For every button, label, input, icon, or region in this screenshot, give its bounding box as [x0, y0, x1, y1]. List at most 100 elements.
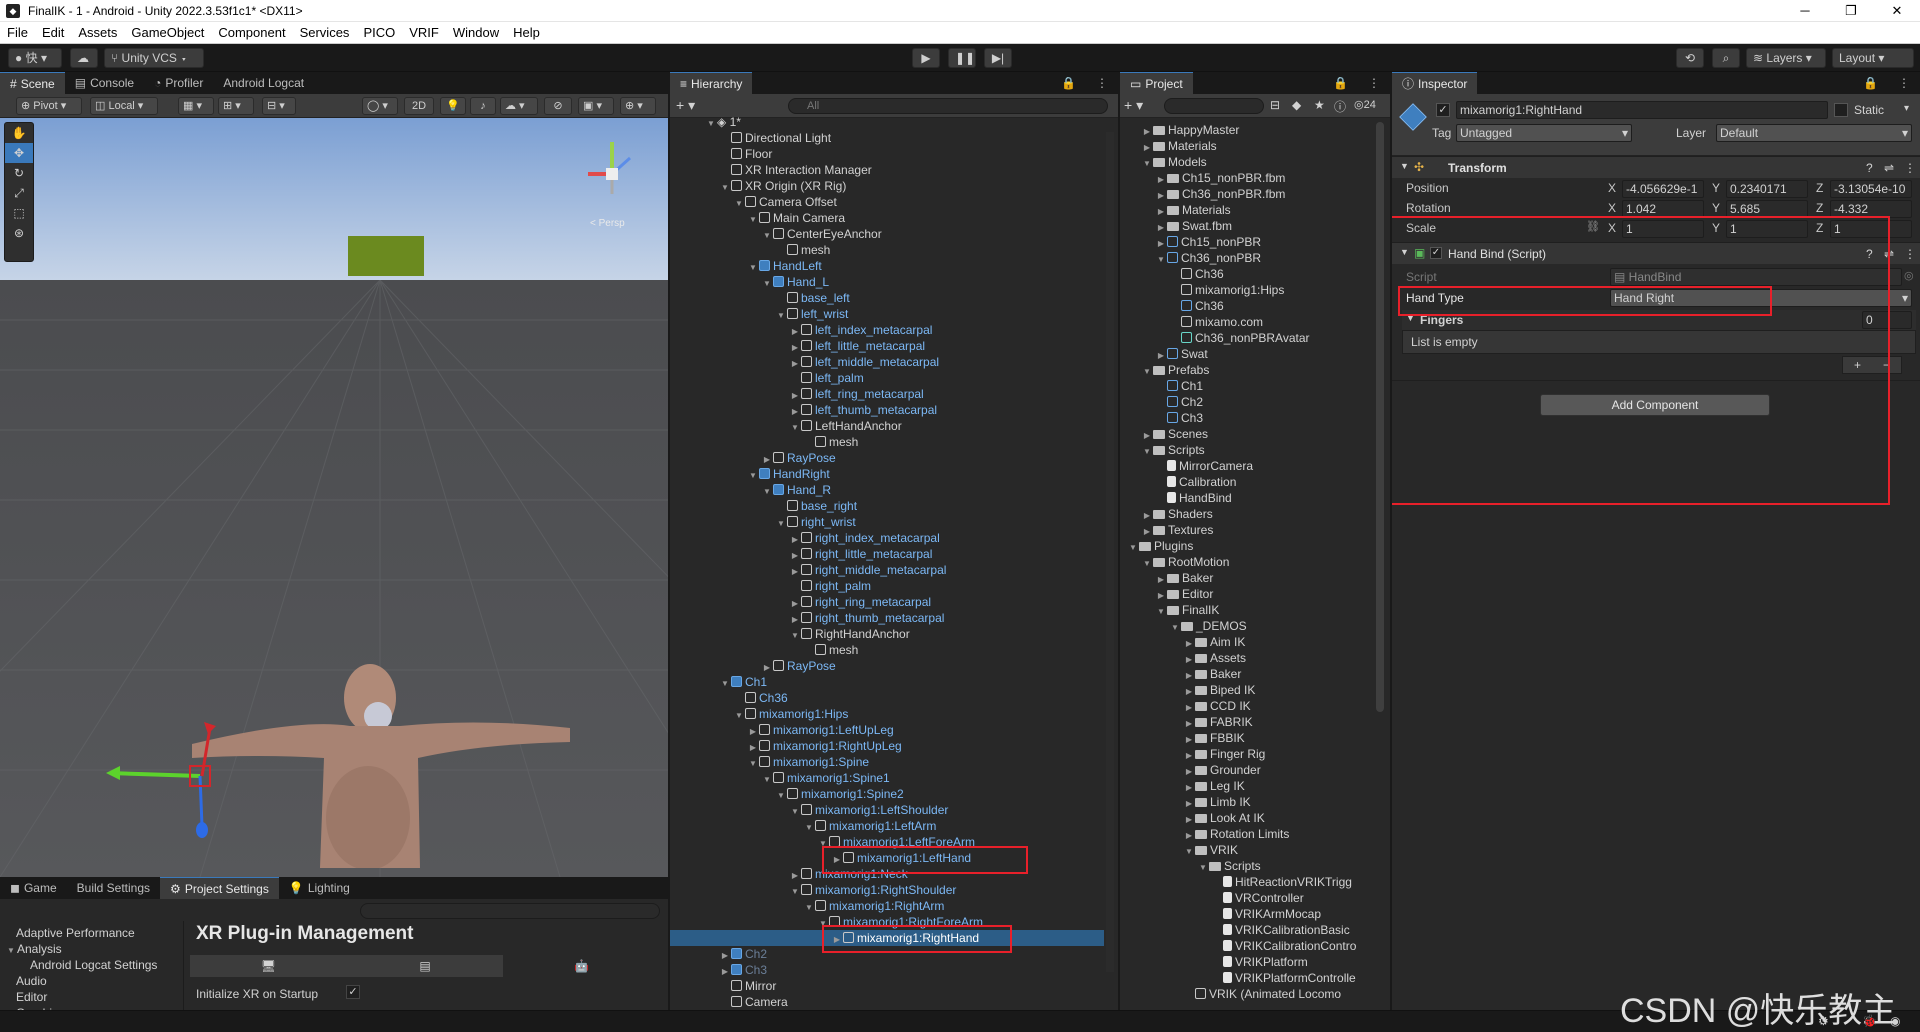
menu-gameobject[interactable]: GameObject — [124, 25, 211, 40]
hand-type-dropdown[interactable]: Hand Right ▾ — [1610, 289, 1912, 307]
hierarchy-item[interactable]: ▶ Ch3 — [720, 962, 767, 978]
hierarchy-item[interactable]: ▶ mixamorig1:Neck — [790, 866, 908, 882]
tab-game[interactable]: ◼ Game — [0, 877, 67, 899]
lighting-toggle-icon[interactable]: 💡 — [440, 97, 466, 115]
expand-arrow-icon[interactable]: ▼ — [804, 820, 814, 836]
position-z-field[interactable]: -3.13054e-10 — [1830, 180, 1912, 198]
hierarchy-item[interactable]: left_palm — [790, 370, 864, 386]
expand-arrow-icon[interactable]: ▼ — [1198, 860, 1208, 876]
tab-android-logcat[interactable]: Android Logcat — [213, 72, 314, 94]
help-icon[interactable]: ? — [1866, 247, 1873, 261]
object-picker-icon[interactable]: ◎ — [1904, 269, 1914, 282]
minimize-button[interactable]: ─ — [1782, 0, 1828, 22]
help-icon[interactable]: ? — [1866, 161, 1873, 175]
project-item[interactable]: Ch36 — [1170, 298, 1224, 314]
hierarchy-item[interactable]: ▼ left_wrist — [776, 306, 848, 322]
hierarchy-item[interactable]: ▼ mixamorig1:Spine1 — [762, 770, 890, 786]
info-icon[interactable]: ⓘ — [1334, 98, 1346, 115]
expand-arrow-icon[interactable]: ▼ — [1170, 620, 1180, 636]
hierarchy-item[interactable]: ▼ mixamorig1:LeftForeArm — [818, 834, 975, 850]
settings-item-adaptive-performance[interactable]: Adaptive Performance — [16, 925, 135, 941]
ruler-button[interactable]: ⊟ ▾ — [262, 97, 296, 115]
menu-file[interactable]: File — [0, 25, 35, 40]
hierarchy-item[interactable]: Floor — [720, 146, 772, 162]
project-item[interactable]: ▶ Leg IK — [1184, 778, 1245, 794]
project-item[interactable]: ▼ Scripts — [1198, 858, 1261, 874]
hierarchy-item[interactable]: mesh — [776, 242, 830, 258]
project-item[interactable]: ▶ Aim IK — [1184, 634, 1245, 650]
server-platform-icon[interactable]: ▤ — [347, 955, 504, 977]
project-item[interactable]: ▶ Ch36_nonPBR.fbm — [1156, 186, 1285, 202]
tab-lighting[interactable]: 💡 Lighting — [279, 877, 360, 899]
hierarchy-item[interactable]: Ch36 — [734, 690, 788, 706]
tab-console[interactable]: ▤ Console — [65, 72, 144, 94]
project-item[interactable]: ▶ HappyMaster — [1142, 122, 1239, 138]
draw-mode-button[interactable]: ◯ ▾ — [362, 97, 398, 115]
hierarchy-item[interactable]: ▶ left_middle_metacarpal — [790, 354, 939, 370]
hierarchy-item[interactable]: ▼ CenterEyeAnchor — [762, 226, 882, 242]
expand-arrow-icon[interactable]: ▼ — [1156, 252, 1166, 268]
expand-arrow-icon[interactable]: ▼ — [1142, 156, 1152, 172]
tab-inspector[interactable]: ⓘ Inspector — [1392, 72, 1478, 94]
hierarchy-item[interactable]: ▼ Camera Offset — [734, 194, 837, 210]
project-item[interactable]: ▶ Limb IK — [1184, 794, 1251, 810]
project-item[interactable]: ▶ Materials — [1156, 202, 1231, 218]
maximize-button[interactable]: ❐ — [1828, 0, 1874, 22]
android-platform-icon[interactable]: 🤖 — [503, 955, 661, 977]
project-item[interactable]: Ch1 — [1156, 378, 1203, 394]
menu-component[interactable]: Component — [211, 25, 292, 40]
hierarchy-item[interactable]: ▼ mixamorig1:LeftShoulder — [790, 802, 948, 818]
position-x-field[interactable]: -4.056629e-1 — [1622, 180, 1704, 198]
hierarchy-item[interactable]: ▶ mixamorig1:RightUpLeg — [748, 738, 902, 754]
pause-button[interactable]: ❚❚ — [948, 48, 976, 68]
menu-pico[interactable]: PICO — [356, 25, 402, 40]
grid-snap-button[interactable]: ▦ ▾ — [178, 97, 214, 115]
hierarchy-item[interactable]: ▼ mixamorig1:RightShoulder — [790, 882, 956, 898]
expand-arrow-icon[interactable]: ▼ — [762, 276, 772, 292]
unity-vcs-button[interactable]: ⑂ Unity VCS ▾ — [104, 48, 204, 68]
settings-item-audio[interactable]: Audio — [16, 973, 47, 989]
hierarchy-item[interactable]: ▶ RayPose — [762, 450, 836, 466]
hierarchy-item[interactable]: ▶ RayPose — [762, 658, 836, 674]
expand-arrow-icon[interactable]: ▼ — [748, 260, 758, 276]
panel-menu-icon[interactable]: ⋮ — [1888, 72, 1920, 94]
tab-project[interactable]: ▭ Project — [1120, 72, 1193, 94]
hierarchy-item[interactable]: Camera — [720, 994, 788, 1010]
hierarchy-search-input[interactable]: All — [788, 98, 1108, 114]
create-asset-button[interactable]: + ▾ — [1124, 97, 1143, 113]
transform-tool-icon[interactable]: ⊛ — [5, 223, 33, 243]
favorite-icon[interactable]: ★ — [1314, 98, 1325, 112]
hierarchy-item[interactable]: XR Interaction Manager — [720, 162, 872, 178]
step-button[interactable]: ▶| — [984, 48, 1012, 68]
layer-dropdown[interactable]: Default ▾ — [1716, 124, 1912, 142]
gizmos-dropdown[interactable]: ⊕ ▾ — [620, 97, 656, 115]
expand-arrow-icon[interactable]: ▼ — [762, 228, 772, 244]
project-item[interactable]: ▼ VRIK — [1184, 842, 1238, 858]
effects-dropdown[interactable]: ☁ ▾ — [500, 97, 538, 115]
move-tool-icon[interactable]: ✥ — [5, 143, 33, 163]
project-item[interactable]: ▶ Ch15_nonPBR — [1156, 234, 1261, 250]
expand-arrow-icon[interactable]: ▼ — [790, 420, 800, 436]
project-item[interactable]: VRController — [1212, 890, 1304, 906]
add-component-button[interactable]: Add Component — [1540, 394, 1770, 416]
tag-dropdown[interactable]: Untagged ▾ — [1456, 124, 1632, 142]
project-item[interactable]: VRIKCalibrationBasic — [1212, 922, 1350, 938]
hierarchy-item[interactable]: ▼ HandRight — [748, 466, 830, 482]
hierarchy-item[interactable]: ▶ mixamorig1:RightHand — [670, 930, 1104, 946]
expand-arrow-icon[interactable]: ▼ — [748, 468, 758, 484]
project-item[interactable]: HitReactionVRIKTrigg — [1212, 874, 1352, 890]
hierarchy-item[interactable]: Directional Light — [720, 130, 831, 146]
project-item[interactable]: ▼ FinalIK — [1156, 602, 1219, 618]
project-item[interactable]: ▼ _DEMOS — [1170, 618, 1247, 634]
project-search-input[interactable] — [1164, 98, 1264, 114]
tab-profiler[interactable]: ◔ Profiler — [144, 72, 213, 94]
camera-dropdown[interactable]: ▣ ▾ — [578, 97, 614, 115]
expand-arrow-icon[interactable]: ▼ — [790, 804, 800, 820]
expand-arrow-icon[interactable]: ▼ — [1156, 604, 1166, 620]
active-checkbox[interactable]: ✓ — [1436, 103, 1450, 117]
handbind-header[interactable]: ▼ ▣ ✓ Hand Bind (Script) ? ⇌ ⋮ — [1392, 242, 1920, 264]
component-menu-icon[interactable]: ⋮ — [1904, 161, 1916, 175]
hierarchy-item[interactable]: Mirror — [720, 978, 776, 994]
hierarchy-item[interactable]: ▼ mixamorig1:LeftArm — [804, 818, 936, 834]
hierarchy-item[interactable]: right_palm — [790, 578, 871, 594]
